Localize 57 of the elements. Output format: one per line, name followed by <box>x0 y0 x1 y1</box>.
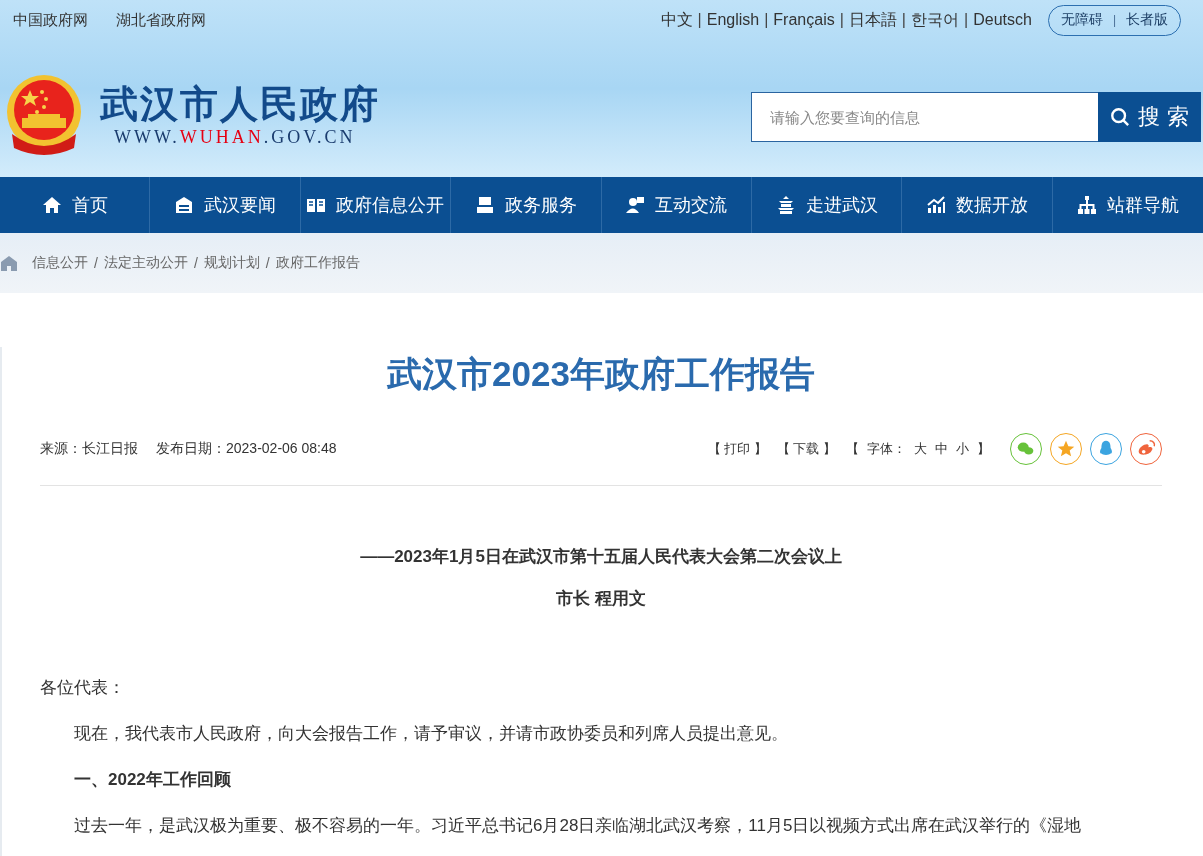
language-link[interactable]: 中文 <box>660 9 693 31</box>
breadcrumb-link[interactable]: 信息公开 <box>32 254 88 272</box>
share-button[interactable] <box>1050 433 1082 465</box>
share-button[interactable] <box>1130 433 1162 465</box>
separator: / <box>94 255 98 271</box>
source-text: 来源：长江日报 <box>40 440 138 458</box>
language-link[interactable]: 日本語 <box>848 9 897 31</box>
emblem-icon <box>4 72 84 156</box>
subtitle-line: 市长 程用文 <box>555 588 647 610</box>
separator: | <box>697 11 702 29</box>
font-size-option[interactable]: 大 <box>914 440 927 458</box>
share-button[interactable] <box>1010 433 1042 465</box>
access-mode-link[interactable]: 长者版 <box>1126 11 1168 29</box>
bracket: 】 <box>977 440 990 458</box>
top-link[interactable]: 中国政府网 <box>13 10 88 30</box>
home-icon <box>41 195 62 215</box>
language-link[interactable]: Deutsch <box>973 11 1032 29</box>
article-title: 武汉市2023年政府工作报告 <box>386 353 816 395</box>
breadcrumb-link[interactable]: 法定主动公开 <box>103 254 188 272</box>
separator: / <box>265 255 270 271</box>
tool-link[interactable]: 【 下载 】 <box>776 440 836 458</box>
separator: | <box>1112 13 1116 27</box>
body-paragraph: 过去一年，是武汉极为重要、极不容易的一年。习近平总书记6月28日亲临湖北武汉考察，11月5日以视频方式出席在武汉举行的《湿地 <box>73 815 1083 837</box>
font-size-option[interactable]: 小 <box>956 440 969 458</box>
breadcrumb-link[interactable]: 规划计划 <box>203 254 260 272</box>
share-button[interactable] <box>1090 433 1122 465</box>
printer-icon <box>474 195 495 215</box>
language-link[interactable]: Français <box>773 11 835 29</box>
breadcrumb-link[interactable]: 政府工作报告 <box>275 254 360 272</box>
home-icon[interactable] <box>0 255 18 271</box>
font-size-option[interactable]: 中 <box>935 440 948 458</box>
greeting-text: 各位代表： <box>40 677 126 699</box>
body-paragraph: 现在，我代表市人民政府，向大会报告工作，请予审议，并请市政协委员和列席人员提出意见。 <box>73 723 789 745</box>
bracket: 【 <box>846 440 859 458</box>
nav-item[interactable]: 站群导航 <box>1052 177 1203 233</box>
subtitle-line: ——2023年1月5日在武汉市第十五届人民代表大会第二次会议上 <box>359 546 843 568</box>
search-field[interactable]: 请输入您要查询的信息 <box>751 92 1098 142</box>
separator: | <box>901 11 906 29</box>
search-icon <box>1110 107 1131 127</box>
publish-date: 发布日期：2023-02-06 08:48 <box>156 440 337 458</box>
chat-icon <box>625 195 646 215</box>
site-url: WWW.WUHAN.GOV.CN <box>114 126 357 148</box>
separator: | <box>964 11 969 29</box>
tool-link[interactable]: 【 打印 】 <box>707 440 767 458</box>
site-title: 武汉市人民政府 <box>100 81 380 127</box>
sitemap-icon <box>1076 195 1097 215</box>
access-mode-link[interactable]: 无障碍 <box>1060 11 1103 29</box>
section-heading: 一、2022年工作回顾 <box>73 769 232 791</box>
separator: | <box>839 11 844 29</box>
language-link[interactable]: 한국어 <box>911 9 959 31</box>
top-link[interactable]: 湖北省政府网 <box>116 10 206 30</box>
language-link[interactable]: English <box>706 11 760 29</box>
font-size-label: 字体： <box>867 440 906 458</box>
separator: / <box>193 255 198 271</box>
chart-icon <box>925 195 946 215</box>
search-button[interactable]: 搜 索 <box>1098 92 1201 142</box>
separator: | <box>764 11 769 29</box>
